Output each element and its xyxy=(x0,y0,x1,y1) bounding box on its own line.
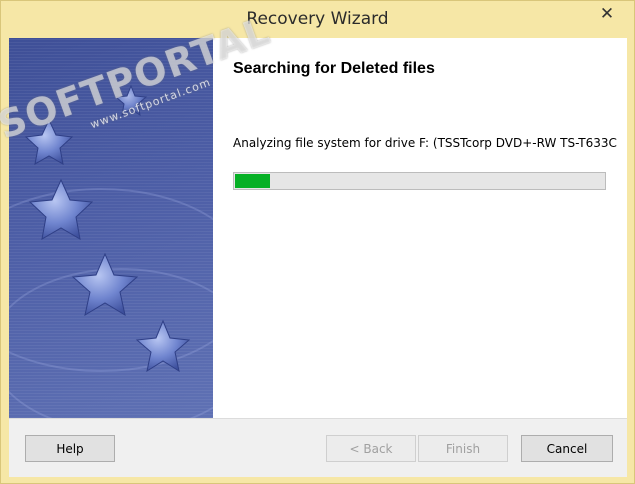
wizard-banner-image xyxy=(9,38,213,418)
recovery-wizard-window: Recovery Wizard ✕ Searching for Deleted … xyxy=(0,0,635,484)
star-icon xyxy=(71,252,139,317)
finish-button[interactable]: Finish xyxy=(418,435,508,462)
title-bar[interactable]: Recovery Wizard ✕ xyxy=(1,1,634,38)
close-icon: ✕ xyxy=(599,4,615,24)
star-icon xyxy=(114,84,148,117)
star-icon xyxy=(135,319,191,373)
page-title: Searching for Deleted files xyxy=(233,60,435,77)
wizard-content: Searching for Deleted files Analyzing fi… xyxy=(213,38,627,418)
close-button[interactable]: ✕ xyxy=(584,1,630,27)
cancel-button[interactable]: Cancel xyxy=(521,435,613,462)
wizard-client-area: Searching for Deleted files Analyzing fi… xyxy=(9,38,627,477)
window-title: Recovery Wizard xyxy=(246,9,389,29)
status-text: Analyzing file system for drive F: (TSST… xyxy=(233,136,617,150)
stars-graphic xyxy=(24,84,191,373)
star-icon xyxy=(24,118,74,165)
wizard-footer: Help < Back Finish Cancel xyxy=(9,418,627,477)
progress-bar xyxy=(233,172,606,190)
star-icon xyxy=(28,178,94,240)
back-button[interactable]: < Back xyxy=(326,435,416,462)
progress-fill xyxy=(235,174,271,188)
help-button[interactable]: Help xyxy=(25,435,115,462)
